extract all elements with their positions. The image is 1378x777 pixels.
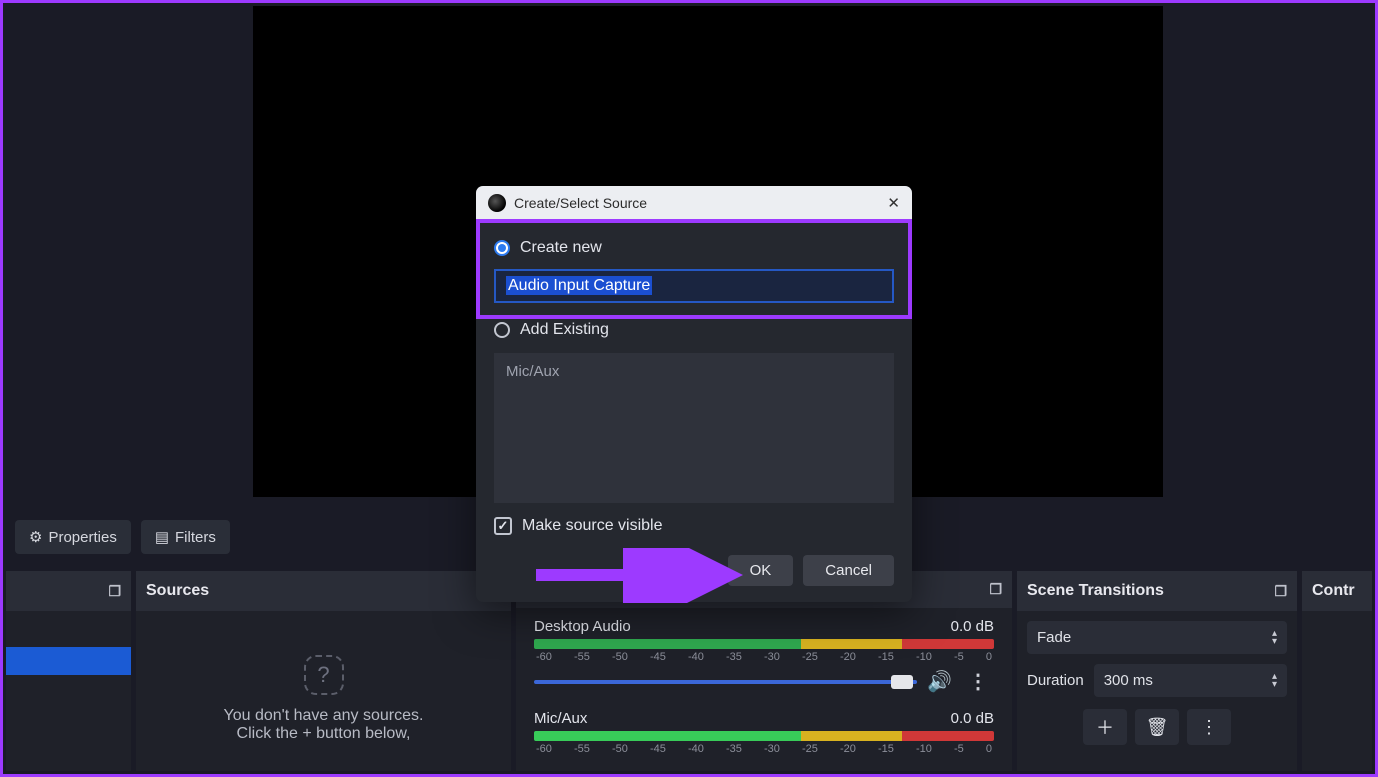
- updown-icon: ▴▾: [1272, 673, 1277, 689]
- dialog-title: Create/Select Source: [514, 195, 647, 211]
- make-visible-label: Make source visible: [522, 517, 663, 535]
- gear-icon: ⚙: [29, 528, 42, 546]
- duration-input[interactable]: 300 ms ▴▾: [1094, 664, 1287, 697]
- add-existing-label: Add Existing: [520, 321, 609, 339]
- desktop-audio-db: 0.0 dB: [951, 618, 994, 635]
- scene-selected[interactable]: [6, 647, 131, 675]
- micaux-meter: [534, 731, 994, 741]
- updown-icon: ▴▾: [1272, 630, 1277, 646]
- sources-title: Sources: [146, 582, 209, 600]
- remove-transition-button[interactable]: 🗑: [1135, 709, 1179, 745]
- micaux-label: Mic/Aux: [534, 710, 587, 727]
- desktop-audio-label: Desktop Audio: [534, 618, 631, 635]
- mixer-track-micaux: Mic/Aux 0.0 dB -60-55-50-45-40-35-30-25-…: [534, 710, 994, 755]
- scenes-panel: ❐: [6, 571, 131, 771]
- question-icon: ?: [304, 655, 344, 695]
- db-ticks: -60-55-50-45-40-35-30-25-20-15-10-50: [534, 651, 994, 663]
- popout-icon[interactable]: ❐: [989, 581, 1002, 598]
- filters-button[interactable]: ▤ Filters: [141, 520, 230, 554]
- filters-label: Filters: [175, 529, 216, 546]
- make-visible-checkbox[interactable]: Make source visible: [476, 503, 912, 543]
- controls-panel: Contr: [1302, 571, 1372, 771]
- plus-icon: ＋: [1096, 714, 1114, 740]
- transitions-title: Scene Transitions: [1027, 582, 1164, 600]
- duration-value: 300 ms: [1104, 672, 1153, 689]
- kebab-icon: ⋮: [1200, 717, 1218, 738]
- annotation-highlight: Create new Audio Input Capture: [476, 219, 912, 319]
- preview-toolbar: ⚙ Properties ▤ Filters: [15, 520, 230, 554]
- transitions-header: Scene Transitions ❐: [1017, 571, 1297, 611]
- close-icon[interactable]: ✕: [887, 194, 900, 212]
- popout-icon[interactable]: ❐: [1274, 583, 1287, 600]
- source-name-input[interactable]: Audio Input Capture: [494, 269, 894, 303]
- checkbox-checked-icon: [494, 517, 512, 535]
- filters-icon: ▤: [155, 528, 169, 546]
- transition-select[interactable]: Fade ▴▾: [1027, 621, 1287, 654]
- source-name-value: Audio Input Capture: [506, 276, 652, 295]
- obs-icon: [488, 194, 506, 212]
- sources-empty-state: ? You don't have any sources. Click the …: [136, 611, 511, 771]
- db-ticks: -60-55-50-45-40-35-30-25-20-15-10-50: [534, 743, 994, 755]
- existing-sources-list[interactable]: Mic/Aux: [494, 353, 894, 503]
- transition-menu-button[interactable]: ⋮: [1187, 709, 1231, 745]
- scene-transitions-panel: Scene Transitions ❐ Fade ▴▾ Duration 300…: [1017, 571, 1297, 771]
- dialog-titlebar[interactable]: Create/Select Source ✕: [476, 186, 912, 219]
- mixer-track-desktop: Desktop Audio 0.0 dB -60-55-50-45-40-35-…: [534, 618, 994, 694]
- duration-label: Duration: [1027, 672, 1084, 689]
- radio-unchecked-icon: [494, 322, 510, 338]
- track-menu-button[interactable]: ⋮: [962, 669, 994, 694]
- create-source-dialog: Create/Select Source ✕ Create new Audio …: [476, 186, 912, 602]
- list-item[interactable]: Mic/Aux: [506, 363, 882, 380]
- sources-empty-line1: You don't have any sources.: [224, 707, 424, 725]
- ok-button[interactable]: OK: [728, 555, 794, 586]
- sources-header: Sources ❐: [136, 571, 511, 611]
- desktop-meter: [534, 639, 994, 649]
- trash-icon: 🗑: [1146, 717, 1169, 738]
- properties-label: Properties: [48, 529, 116, 546]
- transition-value: Fade: [1037, 629, 1071, 646]
- controls-title: Contr: [1312, 582, 1355, 600]
- scenes-header: ❐: [6, 571, 131, 611]
- radio-checked-icon: [494, 240, 510, 256]
- controls-header: Contr: [1302, 571, 1372, 611]
- sources-panel: Sources ❐ ? You don't have any sources. …: [136, 571, 511, 771]
- popout-icon[interactable]: ❐: [108, 583, 121, 600]
- sources-empty-line2: Click the + button below,: [224, 725, 424, 743]
- cancel-button[interactable]: Cancel: [803, 555, 894, 586]
- create-new-label: Create new: [520, 239, 602, 257]
- desktop-volume-slider[interactable]: [534, 680, 917, 684]
- speaker-icon[interactable]: 🔊: [927, 669, 952, 694]
- properties-button[interactable]: ⚙ Properties: [15, 520, 131, 554]
- add-existing-radio[interactable]: Add Existing: [476, 319, 912, 349]
- add-transition-button[interactable]: ＋: [1083, 709, 1127, 745]
- micaux-db: 0.0 dB: [951, 710, 994, 727]
- create-new-radio[interactable]: Create new: [494, 239, 894, 257]
